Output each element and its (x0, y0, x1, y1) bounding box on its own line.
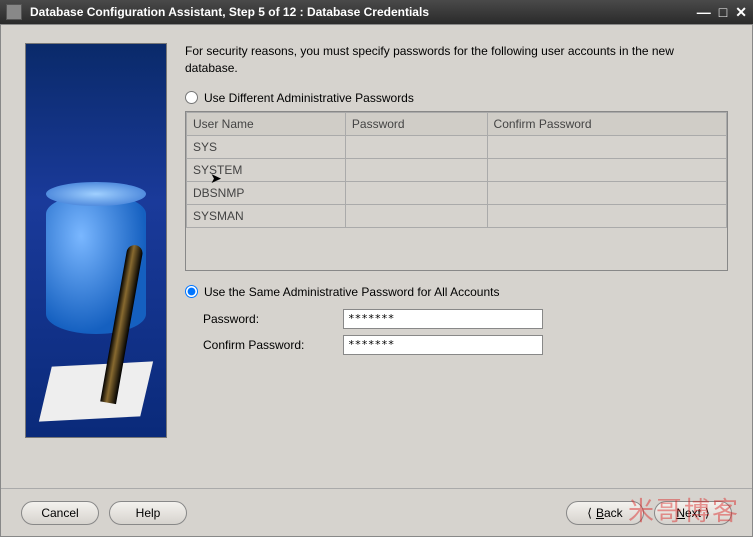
chevron-left-icon: ⟨ (587, 506, 592, 520)
wizard-side-image (25, 43, 167, 438)
confirm-password-input[interactable] (343, 335, 543, 355)
cell-user: SYS (187, 135, 346, 158)
window-body: For security reasons, you must specify p… (0, 24, 753, 537)
cell-password[interactable] (345, 158, 487, 181)
table-row: SYS (187, 135, 727, 158)
radio-same-label: Use the Same Administrative Password for… (204, 285, 499, 299)
next-label-rest: ext (685, 506, 701, 520)
minimize-icon[interactable]: — (697, 5, 711, 19)
footer-bar: Cancel Help ⟨ Back Next ⟩ (1, 488, 752, 536)
cell-user: DBSNMP (187, 181, 346, 204)
cell-password[interactable] (345, 181, 487, 204)
radio-different-passwords[interactable] (185, 91, 198, 104)
instruction-text: For security reasons, you must specify p… (185, 43, 728, 77)
cell-confirm[interactable] (487, 204, 726, 227)
next-button[interactable]: Next ⟩ (654, 501, 732, 525)
chevron-right-icon: ⟩ (705, 506, 710, 520)
confirm-password-label: Confirm Password: (203, 338, 333, 352)
window-title: Database Configuration Assistant, Step 5… (30, 5, 697, 19)
help-button[interactable]: Help (109, 501, 187, 525)
table-row: DBSNMP (187, 181, 727, 204)
close-icon[interactable]: ✕ (735, 5, 747, 19)
cell-confirm[interactable] (487, 181, 726, 204)
password-input[interactable] (343, 309, 543, 329)
back-button[interactable]: ⟨ Back (566, 501, 644, 525)
cell-password[interactable] (345, 135, 487, 158)
table-row: SYSTEM (187, 158, 727, 181)
radio-same-password[interactable] (185, 285, 198, 298)
cell-confirm[interactable] (487, 135, 726, 158)
col-confirm-password: Confirm Password (487, 112, 726, 135)
col-user-name: User Name (187, 112, 346, 135)
back-label-rest: ack (604, 506, 623, 520)
radio-different-label: Use Different Administrative Passwords (204, 91, 414, 105)
password-label: Password: (203, 312, 333, 326)
cell-password[interactable] (345, 204, 487, 227)
option-different-passwords[interactable]: Use Different Administrative Passwords (185, 91, 728, 105)
cancel-button[interactable]: Cancel (21, 501, 99, 525)
titlebar: Database Configuration Assistant, Step 5… (0, 0, 753, 24)
table-row: SYSMAN (187, 204, 727, 227)
app-icon (6, 4, 22, 20)
cell-user: SYSTEM (187, 158, 346, 181)
col-password: Password (345, 112, 487, 135)
user-password-table: User Name Password Confirm Password SYS (185, 111, 728, 271)
maximize-icon[interactable]: □ (719, 5, 727, 19)
option-same-password[interactable]: Use the Same Administrative Password for… (185, 285, 728, 299)
cell-confirm[interactable] (487, 158, 726, 181)
cell-user: SYSMAN (187, 204, 346, 227)
